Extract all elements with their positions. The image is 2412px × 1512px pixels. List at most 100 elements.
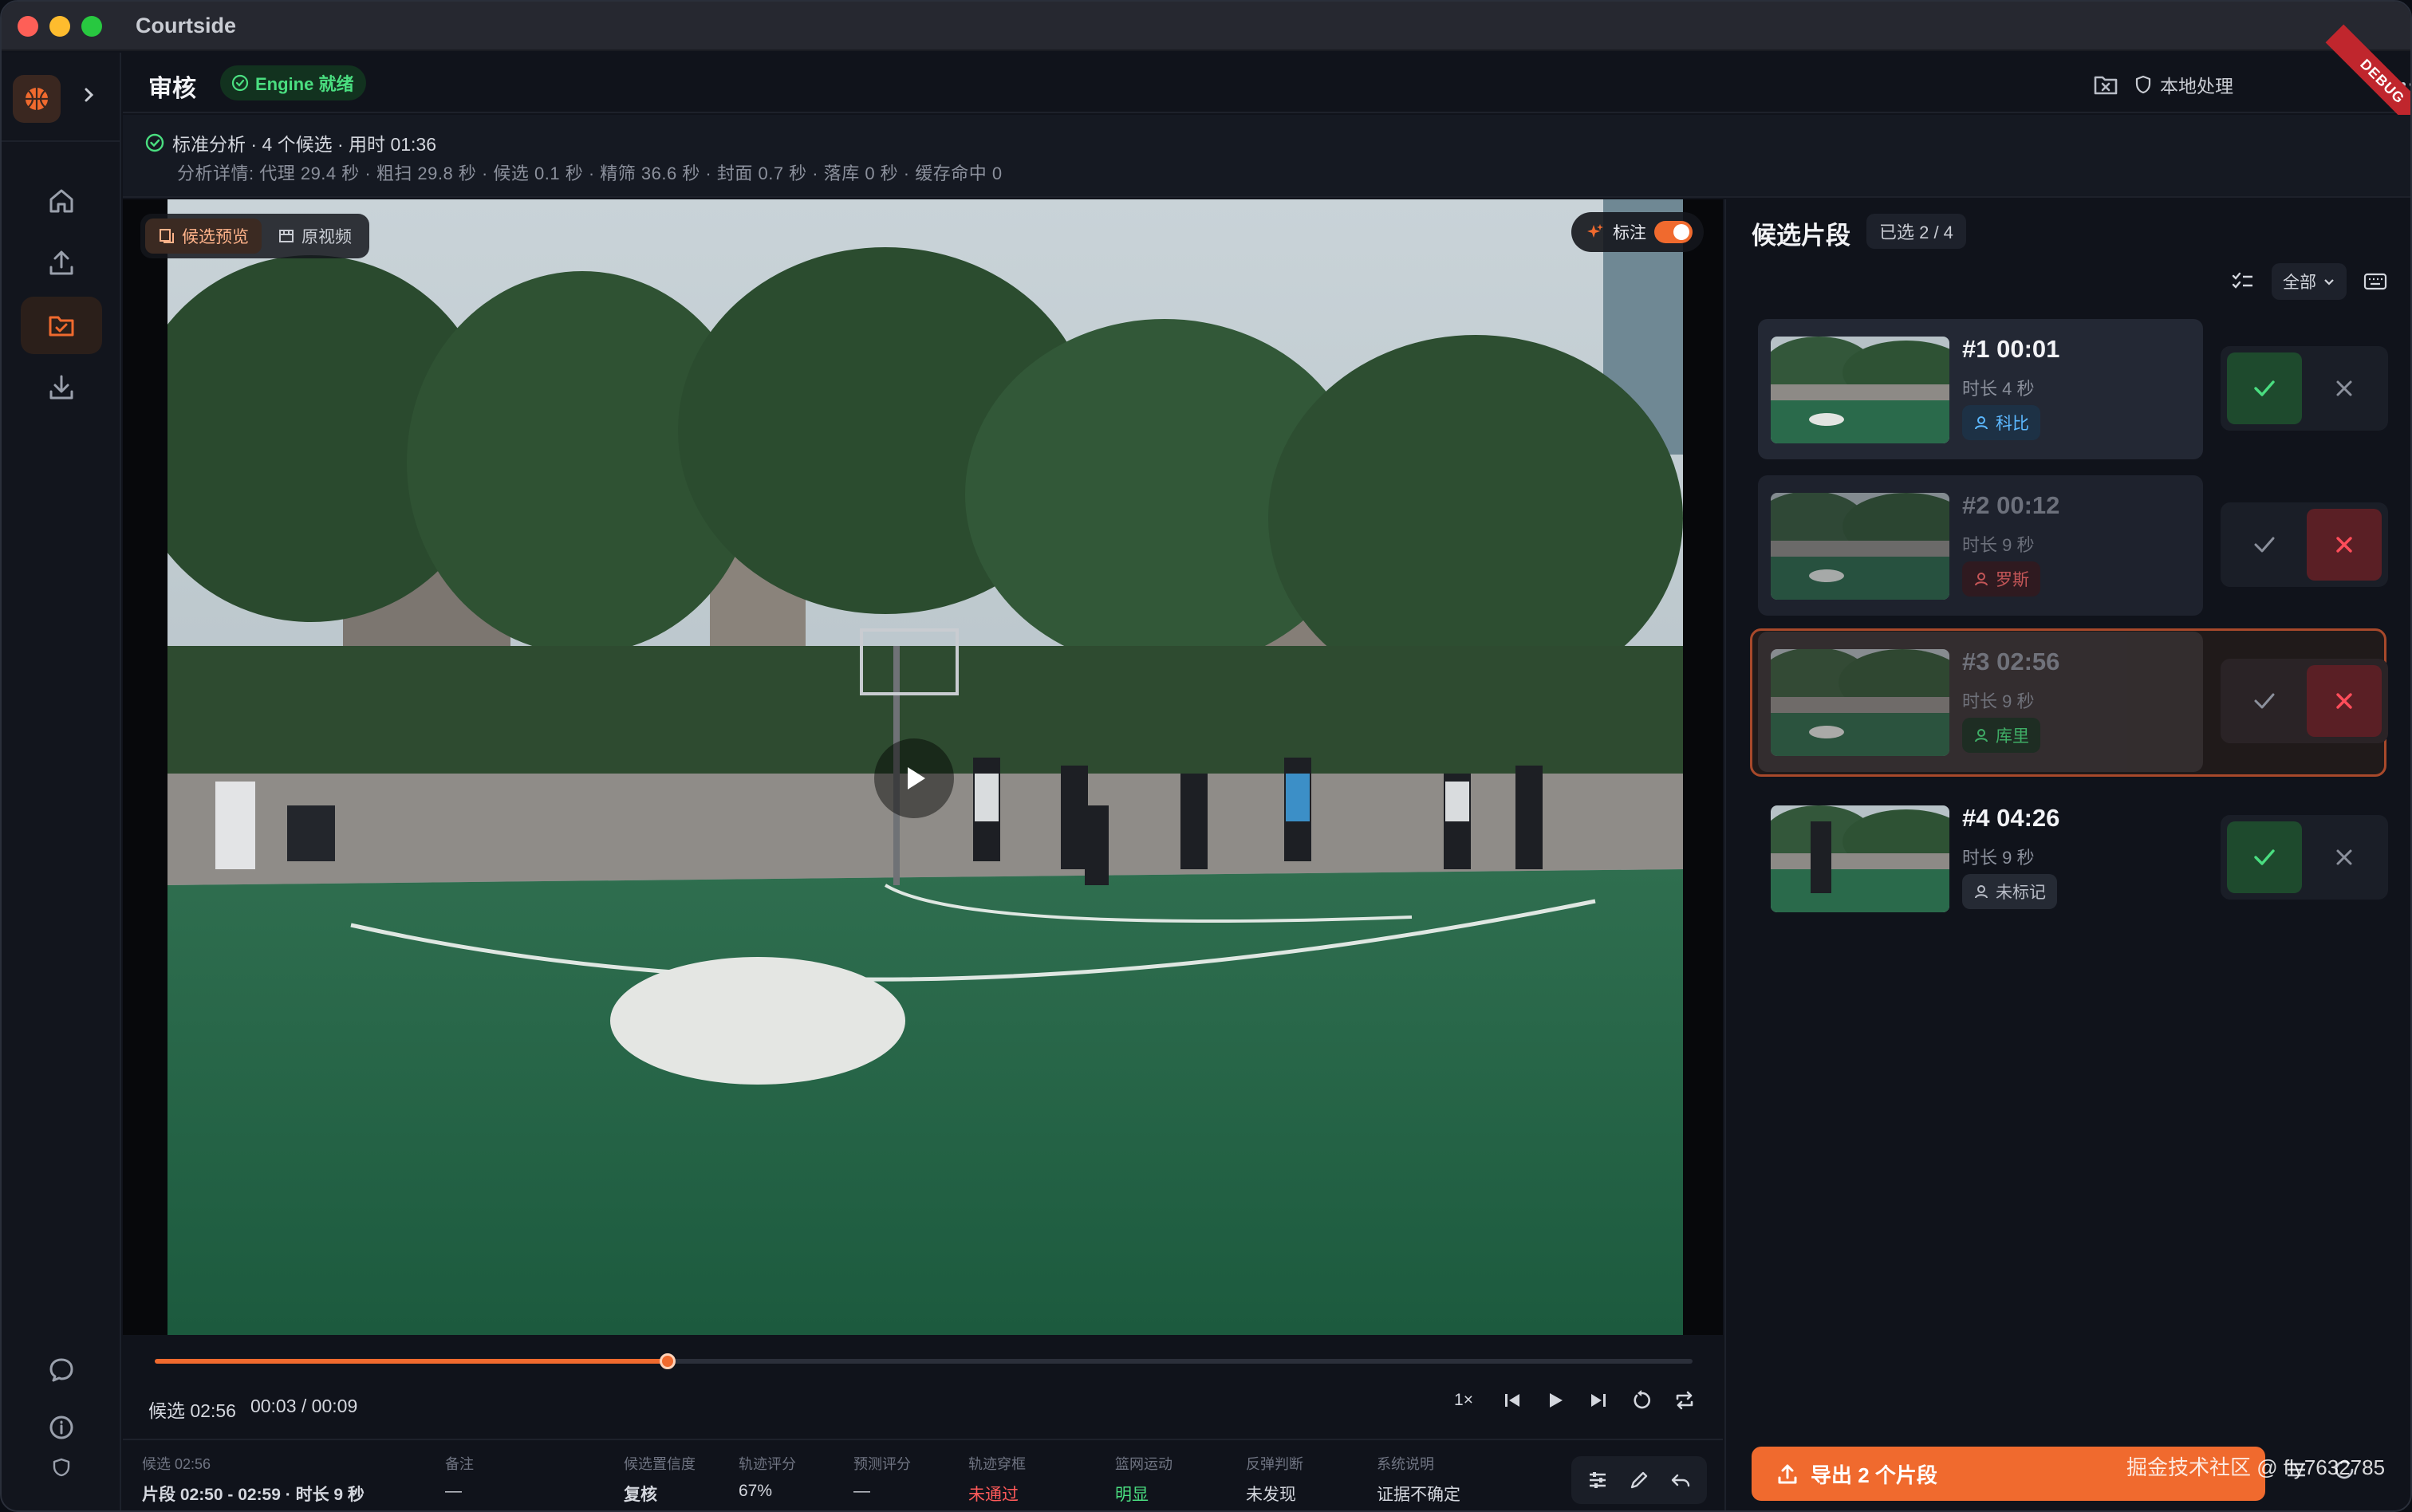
app-logo[interactable] (13, 75, 61, 123)
undo-icon (1671, 1474, 1690, 1487)
close-icon (2336, 849, 2352, 865)
nav-home[interactable] (21, 172, 102, 230)
stat-value: 未通过 (968, 1486, 1019, 1504)
select-all-button[interactable] (2229, 267, 2257, 296)
candidate-decision (2221, 659, 2388, 743)
candidate-card[interactable]: #2 00:12 时长 9 秒 罗斯 (1758, 475, 2203, 616)
progress-handle[interactable] (659, 1353, 676, 1369)
candidate-item[interactable]: #4 04:26 时长 9 秒 未标记 (1758, 788, 2396, 928)
accept-button[interactable] (2227, 352, 2302, 424)
sidebar (2, 53, 121, 1510)
reject-button[interactable] (2307, 665, 2382, 737)
upload-icon (49, 250, 73, 275)
export-button-label: 导出 2 个片段 (1811, 1463, 1937, 1487)
skip-forward-button[interactable] (1584, 1386, 1613, 1415)
video-player[interactable]: 候选预览 原视频 标注 (123, 199, 1723, 1335)
nav-review[interactable] (21, 297, 102, 354)
minimize-window-button[interactable] (49, 16, 70, 37)
zoom-window-button[interactable] (81, 16, 102, 37)
player-tag[interactable]: 罗斯 (1962, 561, 2040, 597)
stat-label: 篮网运动 (1115, 1456, 1172, 1472)
annotation-toggle[interactable]: 标注 (1571, 212, 1704, 252)
tab-candidate-preview[interactable]: 候选预览 (145, 219, 262, 254)
candidate-card[interactable]: #1 00:01 时长 4 秒 科比 (1758, 319, 2203, 459)
candidate-decision (2221, 815, 2388, 900)
skip-back-button[interactable] (1498, 1386, 1527, 1415)
local-processing-indicator[interactable]: 本地处理 (2134, 70, 2233, 99)
download-icon (49, 375, 73, 400)
filter-dropdown[interactable]: 全部 (2272, 263, 2347, 300)
nav-security[interactable] (21, 1445, 102, 1490)
candidate-panel: 候选片段 已选 2 / 4 全部 #1 00:01 时长 4 秒 科比 #2 0… (1724, 199, 2410, 1510)
stat-trajectory-score: 轨迹评分 67% (739, 1453, 796, 1501)
accept-button[interactable] (2227, 509, 2302, 581)
candidate-card[interactable]: #4 04:26 时长 9 秒 未标记 (1758, 788, 2203, 928)
candidate-duration: 时长 9 秒 (1962, 691, 2035, 711)
candidate-stats-bar: 候选 02:56 片段 02:50 - 02:59 · 时长 9 秒 备注 — … (123, 1439, 1723, 1510)
time-readout: 候选 02:56 00:03 / 00:09 (148, 1396, 357, 1423)
stat-trajectory-through: 轨迹穿框 未通过 (968, 1453, 1026, 1506)
open-folder-button[interactable] (2091, 70, 2120, 99)
keyboard-shortcuts-button[interactable] (2361, 267, 2390, 296)
replay-button[interactable] (1627, 1386, 1656, 1415)
tab-original-video[interactable]: 原视频 (265, 219, 365, 254)
chevron-right-icon (85, 88, 94, 102)
player-tag-label: 库里 (1996, 727, 2029, 746)
close-window-button[interactable] (18, 16, 38, 37)
skip-forward-icon (1591, 1394, 1606, 1407)
candidate-item-current[interactable]: #3 02:56 时长 9 秒 库里 (1750, 628, 2396, 777)
candidate-item[interactable]: #1 00:01 时长 4 秒 科比 (1758, 319, 2396, 459)
analysis-summary-line: 标准分析 · 4 个候选 · 用时 01:36 (145, 129, 436, 156)
nav-download[interactable] (21, 359, 102, 416)
player-tag[interactable]: 科比 (1962, 405, 2040, 440)
replay-icon (1634, 1390, 1651, 1409)
check-icon (2254, 693, 2275, 709)
person-icon (1975, 416, 1988, 430)
accept-button[interactable] (2227, 665, 2302, 737)
nav-upload[interactable] (21, 234, 102, 292)
undo-button[interactable] (1665, 1466, 1696, 1494)
accept-button[interactable] (2227, 821, 2302, 893)
candidate-item[interactable]: #2 00:12 时长 9 秒 罗斯 (1758, 475, 2396, 616)
keyboard-icon (2363, 273, 2387, 290)
court-thumbnail-image (1771, 337, 1949, 443)
player-tag[interactable]: 未标记 (1962, 874, 2057, 909)
stat-value: 未发现 (1246, 1486, 1296, 1504)
reject-button[interactable] (2307, 352, 2382, 424)
annotation-switch[interactable] (1654, 221, 1693, 243)
progress-track[interactable] (155, 1353, 1693, 1369)
shield-icon (53, 1458, 70, 1477)
chat-bubble-icon (49, 1358, 73, 1382)
film-icon (279, 230, 294, 242)
edit-button[interactable] (1624, 1466, 1654, 1494)
stat-label: 轨迹评分 (739, 1456, 796, 1472)
play-overlay-button[interactable] (874, 738, 954, 818)
candidate-card[interactable]: #3 02:56 时长 9 秒 库里 (1758, 632, 2203, 772)
stat-value: 67% (739, 1482, 773, 1500)
adjust-button[interactable] (1582, 1466, 1613, 1494)
stat-label: 反弹判断 (1246, 1456, 1303, 1472)
loop-button[interactable] (1670, 1386, 1699, 1415)
nav-feedback[interactable] (21, 1341, 102, 1399)
play-button[interactable] (1541, 1386, 1570, 1415)
player-tag[interactable]: 库里 (1962, 718, 2040, 753)
playback-speed-button[interactable]: 1× (1444, 1386, 1484, 1415)
check-circle-icon (145, 133, 164, 152)
stats-toolbar (1571, 1456, 1707, 1504)
person-icon (1975, 729, 1988, 742)
stat-value: 证据不确定 (1377, 1486, 1460, 1504)
reject-button[interactable] (2307, 509, 2382, 581)
info-icon (49, 1416, 73, 1439)
shield-icon (2135, 75, 2151, 94)
tab-original-video-label: 原视频 (302, 228, 352, 246)
candidate-thumbnail (1771, 649, 1949, 756)
expand-sidebar-button[interactable] (77, 85, 100, 108)
home-icon (49, 189, 73, 213)
analysis-summary: 标准分析 · 4 个候选 · 用时 01:36 分析详情: 代理 29.4 秒 … (123, 115, 2410, 198)
folder-x-icon (2094, 76, 2118, 95)
candidate-title: #3 02:56 (1962, 648, 2060, 675)
reject-button[interactable] (2307, 821, 2382, 893)
annotation-toggle-label: 标注 (1613, 224, 1646, 242)
player-tag-label: 未标记 (1996, 884, 2046, 902)
playback-bar: 候选 02:56 00:03 / 00:09 1× (123, 1335, 1723, 1439)
